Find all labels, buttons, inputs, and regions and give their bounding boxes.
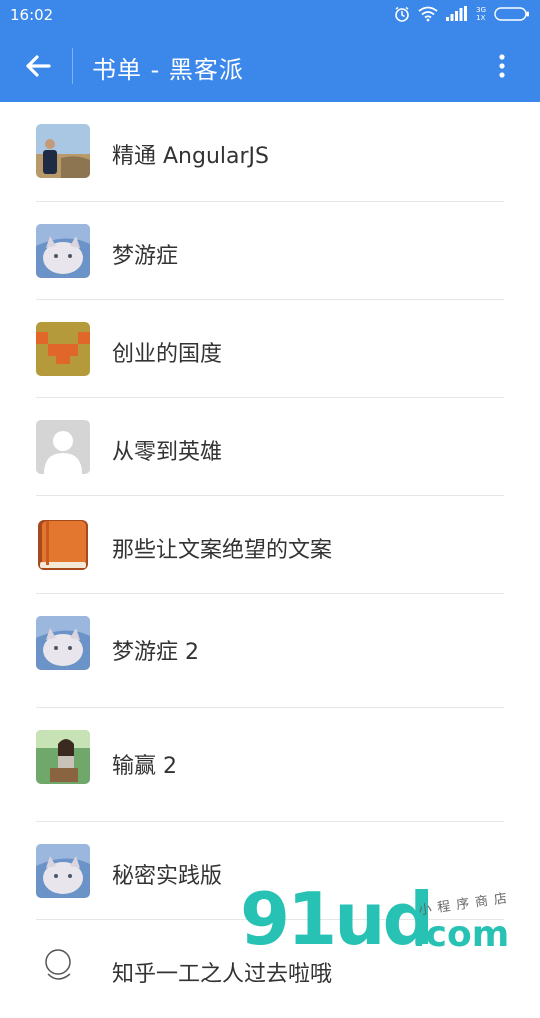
list-item[interactable]: 梦游症 (0, 202, 540, 300)
network-type: 3G 1X (476, 6, 486, 22)
book-title: 创业的国度 (112, 342, 223, 367)
book-cover-image (36, 940, 90, 994)
status-icons: 3G 1X (394, 6, 530, 22)
app-bar: 书单 - 黑客派 (0, 30, 540, 102)
default-avatar-icon (36, 420, 90, 474)
watermark-domain: .com (412, 914, 510, 955)
book-title: 精通 AngularJS (112, 144, 269, 169)
list-item[interactable]: 从零到英雄 (0, 398, 540, 496)
more-vert-icon[interactable] (486, 50, 518, 82)
battery-icon (494, 7, 529, 21)
book-cover-image (36, 730, 90, 784)
status-time: 16:02 (10, 6, 54, 24)
app-bar-divider (72, 48, 73, 84)
book-cover-image (36, 224, 90, 278)
book-cover-image (36, 322, 90, 376)
book-cover-image (36, 616, 90, 670)
list-item[interactable]: 梦游症 2 (0, 594, 540, 708)
network-type-bottom: 1X (476, 14, 486, 22)
book-title: 秘密实践版 (112, 864, 223, 889)
book-cover-image (36, 844, 90, 898)
status-bar: 16:02 3G 1X (0, 0, 540, 30)
book-title: 从零到英雄 (112, 440, 223, 465)
back-arrow-icon[interactable] (22, 50, 54, 82)
list-item[interactable]: 创业的国度 (0, 300, 540, 398)
wifi-icon (418, 6, 438, 22)
list-item[interactable]: 那些让文案绝望的文案 (0, 496, 540, 594)
book-title: 梦游症 2 (112, 640, 199, 665)
book-cover-image (36, 124, 90, 178)
book-title: 输赢 2 (112, 754, 177, 779)
watermark-brand: 91ud (240, 877, 434, 961)
list-item[interactable]: 精通 AngularJS (0, 102, 540, 202)
watermark-logo: 91ud .com 小程序商店 (240, 879, 540, 960)
book-title: 那些让文案绝望的文案 (112, 538, 333, 563)
network-type-top: 3G (476, 6, 486, 14)
signal-icon (446, 6, 468, 21)
book-title: 梦游症 (112, 244, 179, 269)
book-icon (36, 518, 90, 572)
book-title: 知乎一工之人过去啦哦 (112, 962, 333, 987)
alarm-icon (395, 6, 409, 22)
list-item[interactable]: 输赢 2 (0, 708, 540, 822)
page-title: 书单 - 黑客派 (92, 56, 244, 84)
